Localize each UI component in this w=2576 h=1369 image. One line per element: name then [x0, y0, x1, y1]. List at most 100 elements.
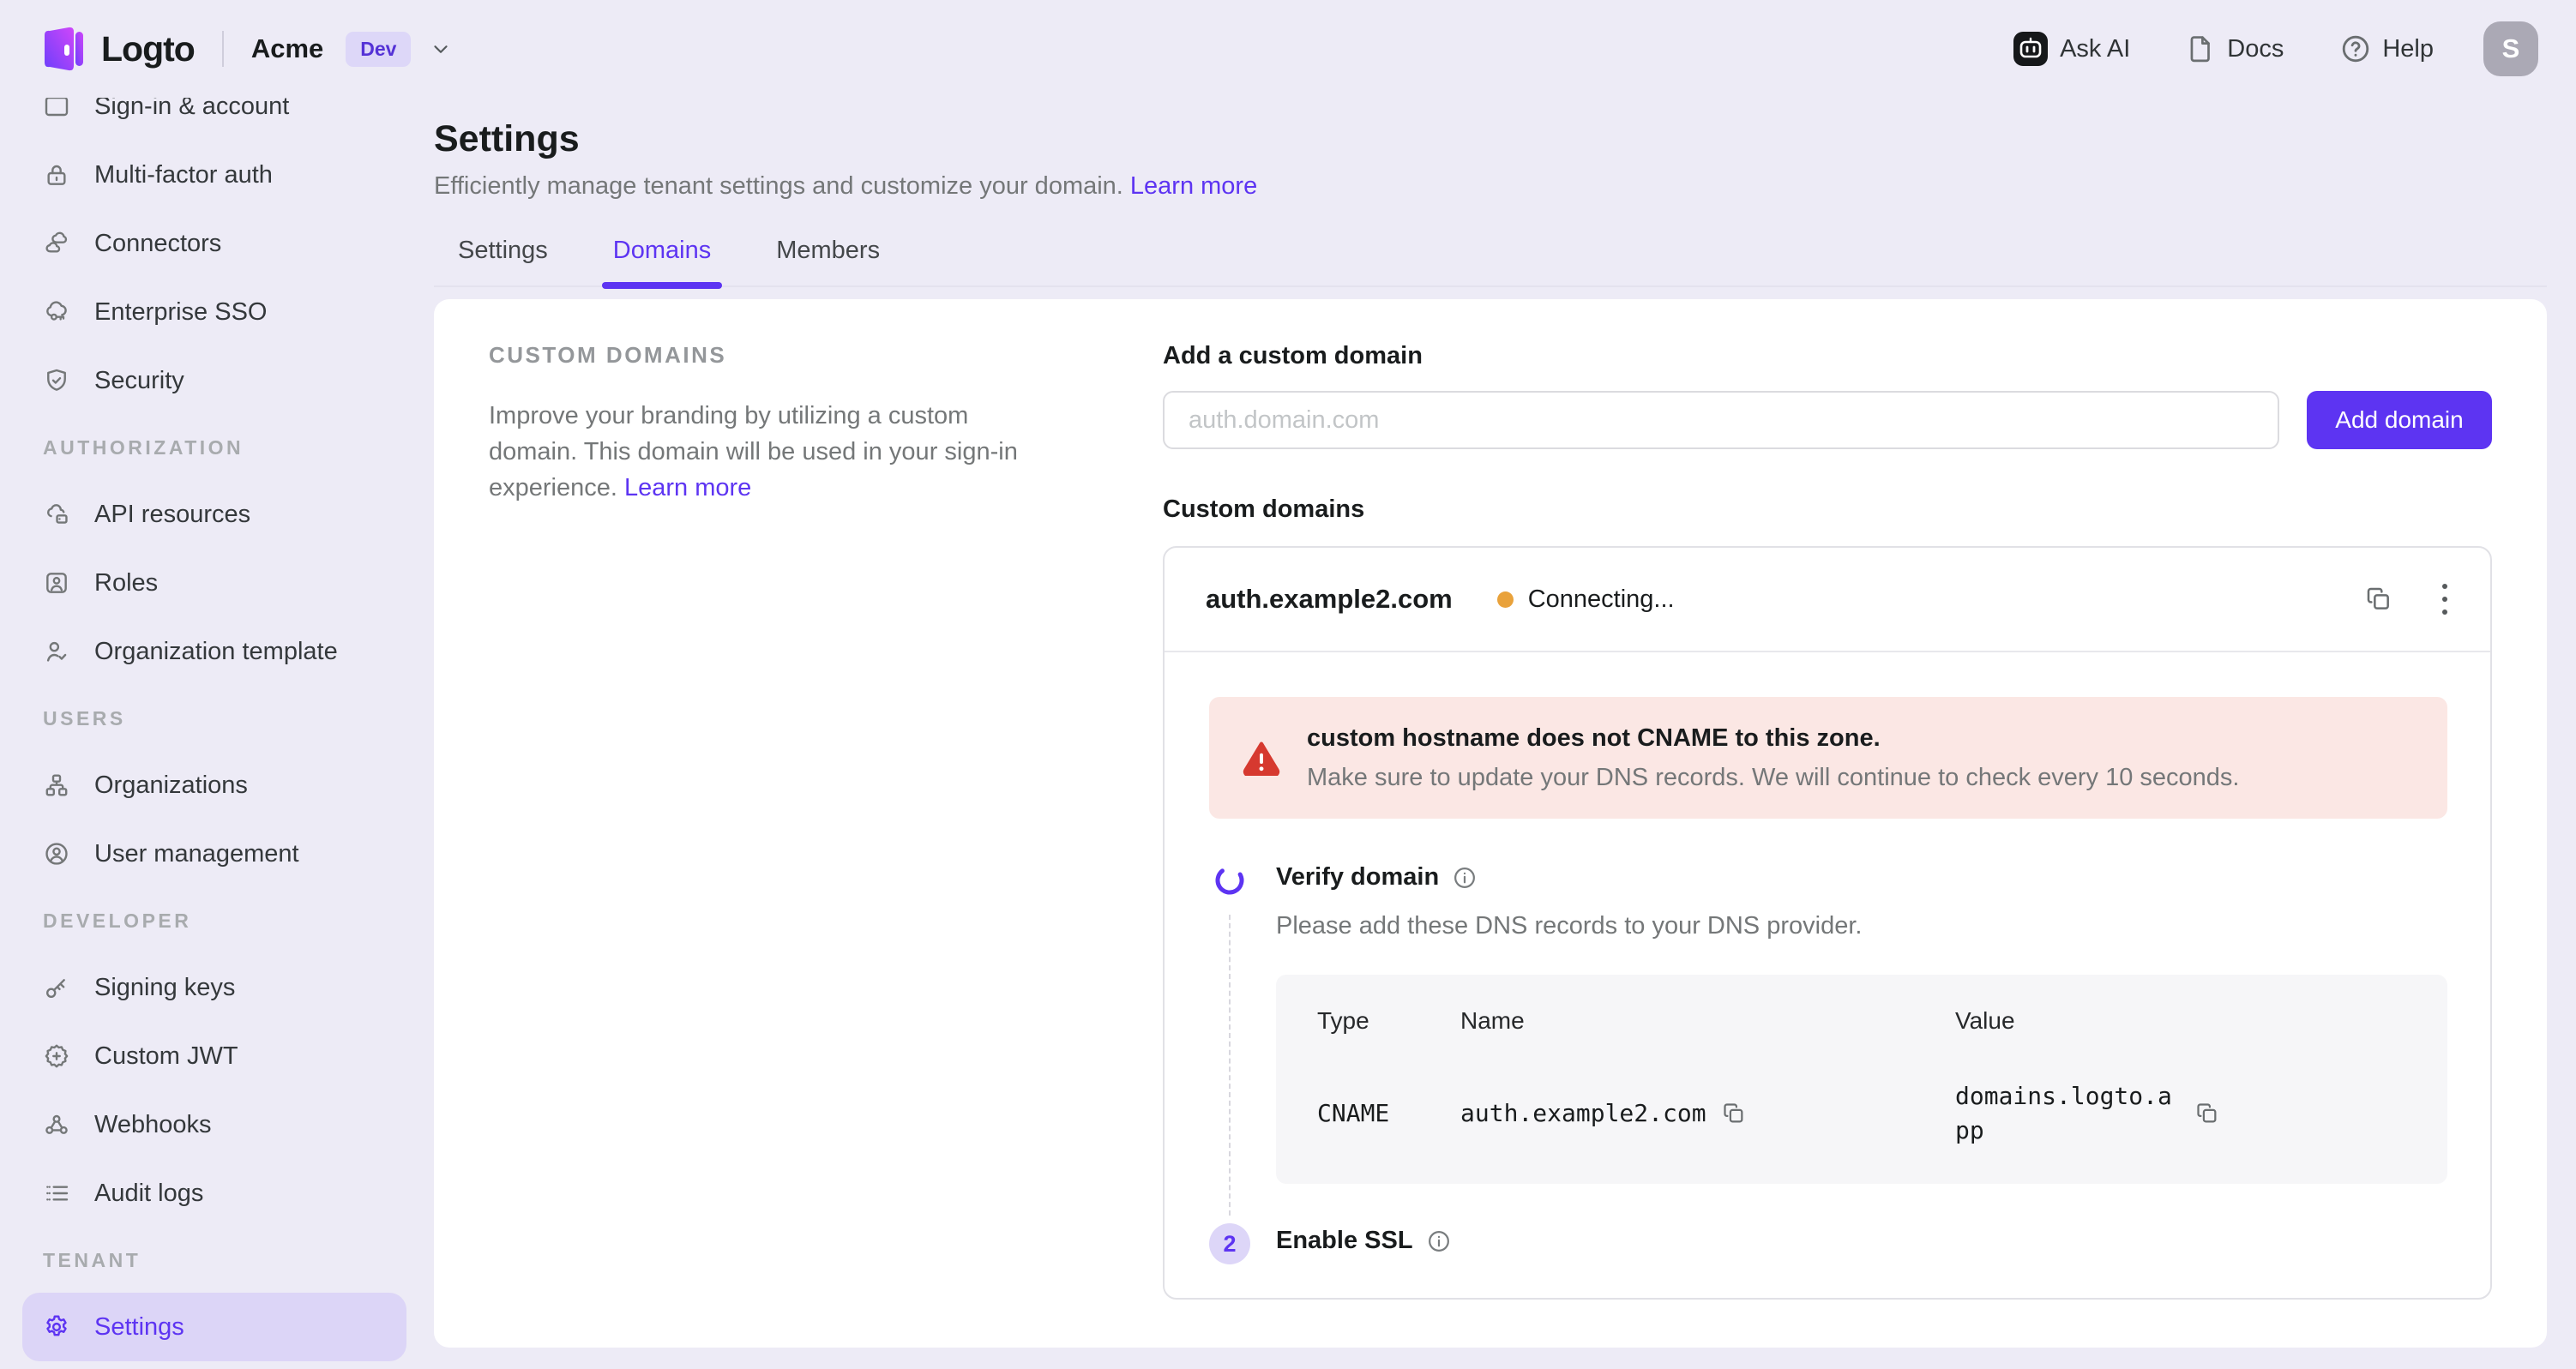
- step-enable-ssl: 2 Enable SSL: [1209, 1227, 2447, 1255]
- copy-icon: [1722, 1102, 1746, 1126]
- copy-dns-value-button[interactable]: [2195, 1102, 2219, 1126]
- sidebar-item-organization-template[interactable]: Organization template: [22, 617, 406, 686]
- ask-ai-button[interactable]: Ask AI: [2013, 31, 2130, 67]
- domains-panel: CUSTOM DOMAINS Improve your branding by …: [434, 299, 2547, 1348]
- sidebar-section-tenant: TENANT: [0, 1228, 429, 1293]
- webhook-icon: [43, 1111, 70, 1138]
- help-button[interactable]: Help: [2340, 33, 2434, 64]
- error-banner: custom hostname does not CNAME to this z…: [1209, 697, 2447, 819]
- warning-icon: [1242, 740, 1281, 776]
- org-chart-icon: [43, 772, 70, 799]
- status-dot: [1497, 591, 1514, 608]
- section-title: CUSTOM DOMAINS: [489, 342, 1080, 369]
- ask-ai-label: Ask AI: [2060, 35, 2130, 63]
- logto-console: Logto Acme Dev Ask AI Docs: [0, 0, 2576, 1369]
- verify-domain-title: Verify domain: [1276, 863, 1439, 892]
- help-icon: [2340, 33, 2371, 64]
- dns-record-value: domains.logto.app: [1955, 1079, 2180, 1148]
- logto-brand[interactable]: Logto: [38, 23, 195, 75]
- custom-domains-list-label: Custom domains: [1163, 495, 2492, 524]
- spinner-icon: [1207, 858, 1252, 903]
- user-avatar[interactable]: S: [2483, 21, 2538, 76]
- enterprise-sso-icon: [43, 298, 70, 326]
- sidebar-section-users: USERS: [0, 686, 429, 751]
- page-subtitle: Efficiently manage tenant settings and c…: [434, 172, 2547, 201]
- add-domain-button[interactable]: Add domain: [2307, 391, 2492, 449]
- person-check-icon: [43, 638, 70, 665]
- copy-icon: [2195, 1102, 2219, 1126]
- sidebar-item-user-management[interactable]: User management: [22, 820, 406, 888]
- dns-records-table: Type Name Value CNAME auth.example2.com: [1276, 975, 2447, 1184]
- tab-members[interactable]: Members: [776, 237, 880, 285]
- sidebar-item-settings[interactable]: Settings: [22, 1293, 406, 1361]
- main-content: Settings Efficiently manage tenant setti…: [429, 98, 2576, 1369]
- docs-button[interactable]: Docs: [2187, 34, 2284, 63]
- sidebar-item-enterprise-sso[interactable]: Enterprise SSO: [22, 278, 406, 346]
- domain-name: auth.example2.com: [1206, 584, 1453, 615]
- sidebar-item-organizations[interactable]: Organizations: [22, 751, 406, 820]
- sidebar-item-multi-factor-auth[interactable]: Multi-factor auth: [22, 141, 406, 209]
- enable-ssl-title: Enable SSL: [1276, 1227, 1413, 1255]
- custom-domains-intro: CUSTOM DOMAINS Improve your branding by …: [489, 342, 1080, 1300]
- logto-logo-icon: [38, 23, 87, 75]
- custom-domain-input[interactable]: [1163, 391, 2279, 449]
- sidebar-item-api-resources[interactable]: API resources: [22, 480, 406, 549]
- sidebar-item-sign-in-account[interactable]: Sign-in & account: [22, 98, 406, 141]
- info-icon: [1427, 1229, 1451, 1253]
- chevron-down-icon: [430, 38, 452, 60]
- tab-settings[interactable]: Settings: [458, 237, 548, 285]
- copy-icon: [2365, 585, 2392, 613]
- copy-dns-name-button[interactable]: [1722, 1102, 1746, 1126]
- sidebar: Sign-in & account Multi-factor auth Conn…: [0, 98, 429, 1369]
- step-number-badge: 2: [1209, 1223, 1250, 1264]
- list-icon: [43, 1180, 70, 1207]
- user-circle-icon: [43, 840, 70, 868]
- lock-icon: [43, 161, 70, 189]
- page-title: Settings: [434, 118, 2547, 160]
- sidebar-item-custom-jwt[interactable]: Custom JWT: [22, 1022, 406, 1090]
- dns-record-name: auth.example2.com: [1460, 1096, 1706, 1131]
- add-domain-label: Add a custom domain: [1163, 342, 2492, 370]
- sidebar-item-roles[interactable]: Roles: [22, 549, 406, 617]
- topbar: Logto Acme Dev Ask AI Docs: [0, 0, 2576, 98]
- sidebar-section-developer: DEVELOPER: [0, 888, 429, 953]
- sidebar-item-audit-logs[interactable]: Audit logs: [22, 1159, 406, 1228]
- copy-domain-button[interactable]: [2365, 585, 2392, 613]
- sidebar-item-signing-keys[interactable]: Signing keys: [22, 953, 406, 1022]
- domain-card-body: custom hostname does not CNAME to this z…: [1165, 652, 2490, 1298]
- verify-domain-description: Please add these DNS records to your DNS…: [1276, 912, 2447, 940]
- section-learn-more-link[interactable]: Learn more: [624, 474, 751, 501]
- error-title: custom hostname does not CNAME to this z…: [1307, 721, 2240, 755]
- kebab-menu-icon: [2441, 581, 2449, 617]
- status-text: Connecting...: [1528, 585, 1675, 614]
- step-verify-domain: Verify domain Please add these DNS recor…: [1209, 863, 2447, 1184]
- error-description: Make sure to update your DNS records. We…: [1307, 760, 2240, 795]
- ask-ai-icon: [2013, 31, 2049, 67]
- setup-steps: Verify domain Please add these DNS recor…: [1209, 863, 2447, 1255]
- sidebar-item-webhooks[interactable]: Webhooks: [22, 1090, 406, 1159]
- dns-header-value: Value: [1955, 1007, 2406, 1035]
- tab-domains[interactable]: Domains: [613, 237, 711, 285]
- dns-header-name: Name: [1460, 1007, 1955, 1035]
- domain-card-header: auth.example2.com Connecting...: [1165, 548, 2490, 652]
- tenant-name: Acme: [251, 33, 323, 64]
- api-resources-icon: [43, 501, 70, 528]
- section-description: Improve your branding by utilizing a cus…: [489, 398, 1055, 506]
- badge-plus-icon: [43, 1042, 70, 1070]
- tenant-selector[interactable]: Acme Dev: [251, 32, 453, 67]
- roles-icon: [43, 569, 70, 597]
- docs-icon: [2187, 34, 2216, 63]
- shield-check-icon: [43, 367, 70, 394]
- domain-more-menu-button[interactable]: [2441, 581, 2449, 617]
- dns-record-type: CNAME: [1317, 1096, 1460, 1131]
- tenant-env-badge: Dev: [346, 32, 411, 67]
- domain-card: auth.example2.com Connecting...: [1163, 546, 2492, 1300]
- subtitle-learn-more-link[interactable]: Learn more: [1130, 172, 1257, 200]
- key-icon: [43, 974, 70, 1001]
- sidebar-item-connectors[interactable]: Connectors: [22, 209, 406, 278]
- help-label: Help: [2382, 35, 2434, 63]
- dns-header-type: Type: [1317, 1007, 1460, 1035]
- sidebar-item-security[interactable]: Security: [22, 346, 406, 415]
- info-icon: [1453, 866, 1477, 890]
- topbar-divider: [222, 31, 224, 67]
